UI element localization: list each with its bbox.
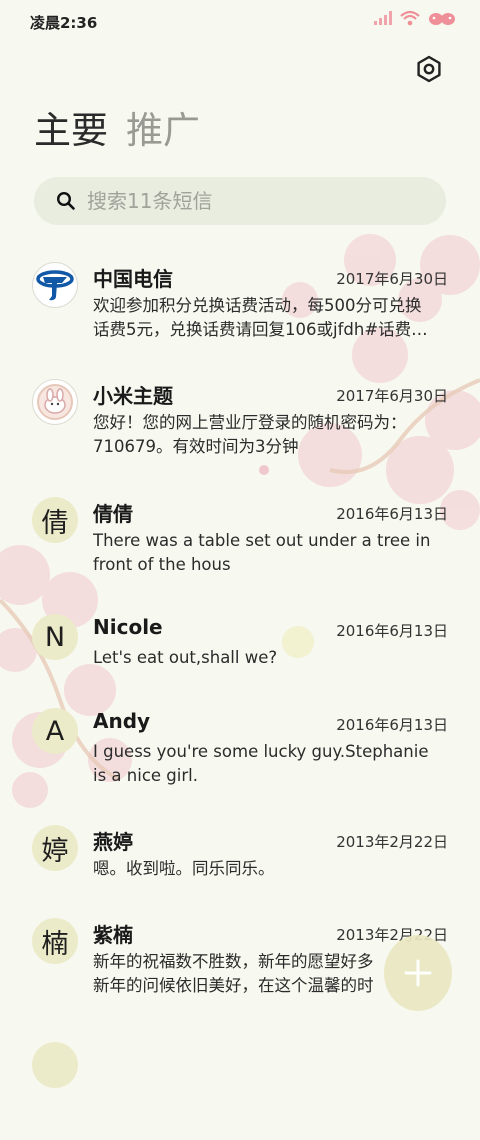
message-date: 2016年6月13日 bbox=[336, 505, 448, 523]
sender-name: Andy bbox=[93, 709, 151, 733]
preview-line: Let's eat out,shall we? bbox=[93, 648, 278, 667]
message-preview: 您好！您的网上营业厅登录的随机密码为： 710679。有效时间为3分钟 bbox=[93, 411, 447, 459]
sender-name: 倩倩 bbox=[93, 502, 133, 526]
sender-name: 紫楠 bbox=[93, 923, 133, 947]
preview-line: 嗯。收到啦。同乐同乐。 bbox=[93, 859, 275, 878]
message-row[interactable]: A Andy 2016年6月13日 I guess you're some lu… bbox=[0, 696, 480, 806]
search-bar[interactable]: 搜索11条短信 bbox=[34, 177, 446, 225]
preview-line: front of the hous bbox=[93, 555, 231, 574]
wifi-icon bbox=[400, 10, 420, 26]
avatar-theme bbox=[32, 379, 78, 425]
status-icons bbox=[374, 10, 456, 26]
message-row-partial[interactable] bbox=[0, 1030, 480, 1140]
category-tabs: 主要 推广 bbox=[34, 108, 200, 154]
avatar-initial: 楠 bbox=[32, 918, 78, 964]
message-date: 2016年6月13日 bbox=[336, 622, 448, 640]
battery-icon bbox=[429, 13, 455, 25]
avatar-initial: 婷 bbox=[32, 825, 78, 871]
status-bar: 凌晨2:36 bbox=[0, 0, 480, 42]
sender-name: 中国电信 bbox=[93, 267, 173, 291]
preview-line: 您好！您的网上营业厅登录的随机密码为： bbox=[93, 413, 407, 432]
avatar-initial: A bbox=[32, 708, 78, 754]
message-date: 2013年2月22日 bbox=[336, 833, 448, 851]
avatar-initial: N bbox=[32, 614, 78, 660]
preview-line: 710679。有效时间为3分钟 bbox=[93, 437, 299, 456]
mi-theme-logo-icon bbox=[37, 384, 73, 420]
message-row[interactable]: 倩 倩倩 2016年6月13日 There was a table set ou… bbox=[0, 485, 480, 595]
status-time: 凌晨2:36 bbox=[30, 14, 98, 32]
sender-name: 燕婷 bbox=[93, 830, 133, 854]
preview-line: There was a table set out under a tree i… bbox=[93, 531, 431, 550]
tab-primary[interactable]: 主要 bbox=[34, 108, 108, 154]
avatar-initial: 倩 bbox=[32, 497, 78, 543]
tab-promotions[interactable]: 推广 bbox=[126, 108, 200, 154]
message-row[interactable]: 小米主题 2017年6月30日 您好！您的网上营业厅登录的随机密码为： 7106… bbox=[0, 367, 480, 477]
new-message-button[interactable] bbox=[384, 935, 452, 1011]
message-preview: There was a table set out under a tree i… bbox=[93, 529, 447, 577]
search-placeholder: 搜索11条短信 bbox=[87, 189, 213, 213]
china-telecom-logo-icon bbox=[36, 270, 74, 301]
plus-icon bbox=[404, 959, 432, 987]
preview-line: I guess you're some lucky guy.Stephanie bbox=[93, 742, 429, 761]
sender-name: Nicole bbox=[93, 615, 163, 639]
sender-name: 小米主题 bbox=[93, 384, 173, 408]
preview-line: 欢迎参加积分兑换话费活动，每500分可兑换 bbox=[93, 296, 422, 315]
avatar-telecom bbox=[32, 262, 78, 308]
message-preview: I guess you're some lucky guy.Stephanie … bbox=[93, 740, 447, 788]
settings-button[interactable] bbox=[414, 54, 444, 84]
search-icon bbox=[56, 191, 75, 210]
signal-icon bbox=[374, 11, 392, 25]
message-date: 2017年6月30日 bbox=[336, 270, 448, 288]
message-date: 2017年6月30日 bbox=[336, 387, 448, 405]
preview-line: is a nice girl. bbox=[93, 766, 198, 785]
message-preview: 欢迎参加积分兑换话费活动，每500分可兑换 话费5元，兑换话费请回复106或jf… bbox=[93, 294, 447, 342]
settings-icon bbox=[417, 55, 441, 83]
message-date: 2016年6月13日 bbox=[336, 716, 448, 734]
avatar-partial bbox=[32, 1042, 78, 1088]
message-preview: Let's eat out,shall we? bbox=[93, 646, 447, 670]
preview-line: 话费5元，兑换话费请回复106或jfdh#话费… bbox=[93, 320, 428, 339]
message-preview: 嗯。收到啦。同乐同乐。 bbox=[93, 857, 447, 881]
message-row[interactable]: 中国电信 2017年6月30日 欢迎参加积分兑换话费活动，每500分可兑换 话费… bbox=[0, 250, 480, 360]
